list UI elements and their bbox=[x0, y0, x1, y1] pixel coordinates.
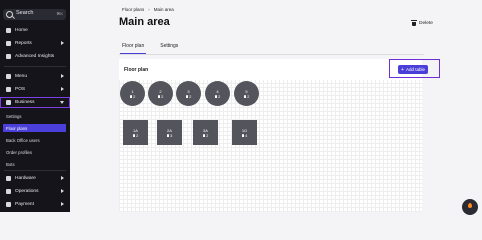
sidebar-item-operations[interactable]: Operations bbox=[0, 186, 70, 197]
chevron-right-icon bbox=[61, 87, 64, 91]
square-table[interactable]: 1O 4 bbox=[232, 120, 257, 145]
person-icon bbox=[132, 133, 135, 137]
sidebar-subitem-back-office-users[interactable]: Back Office users bbox=[3, 136, 66, 144]
square-table[interactable]: 1A 2 bbox=[123, 120, 148, 145]
sidebar-item-label: Payment bbox=[15, 202, 34, 207]
add-table-label: Add table bbox=[405, 67, 425, 72]
chevron-right-icon bbox=[61, 74, 64, 78]
table-seats: 2 bbox=[189, 93, 192, 99]
sidebar-item-label: POS bbox=[15, 87, 26, 92]
sidebar-item-label: Operations bbox=[15, 189, 39, 194]
tab-bar: Floor plan Settings bbox=[120, 43, 192, 54]
chevron-right-icon: › bbox=[148, 7, 150, 12]
canvas-header: Floor plan + Add table bbox=[119, 59, 440, 80]
main-content: Floor plans › Main area Main area Delete F… bbox=[70, 0, 482, 212]
sidebar-subitem-label: Settings bbox=[6, 113, 22, 119]
sidebar-item-label: Business bbox=[15, 100, 35, 105]
sidebar-divider bbox=[4, 66, 66, 67]
table-seats: 4 bbox=[245, 132, 248, 138]
table-seats: 2 bbox=[218, 93, 221, 99]
sidebar-divider bbox=[4, 170, 66, 171]
square-table[interactable]: 2A 3 bbox=[157, 120, 182, 145]
round-table[interactable]: 1 2 bbox=[120, 81, 145, 106]
person-icon bbox=[202, 133, 205, 137]
sidebar-item-label: Reports bbox=[15, 41, 32, 46]
flame-icon bbox=[468, 203, 472, 208]
chevron-right-icon bbox=[61, 189, 64, 193]
business-icon bbox=[6, 100, 11, 105]
table-seats: 2 bbox=[247, 93, 250, 99]
sidebar-subitem-bots[interactable]: Bots bbox=[3, 160, 66, 168]
tab-settings[interactable]: Settings bbox=[158, 43, 180, 54]
chevron-right-icon bbox=[61, 176, 64, 180]
payment-icon bbox=[6, 202, 11, 207]
person-icon bbox=[243, 94, 246, 98]
chevron-right-icon bbox=[61, 202, 64, 206]
home-icon bbox=[6, 28, 11, 33]
sidebar-subitem-label: Bots bbox=[6, 161, 15, 167]
breadcrumb-current: Main area bbox=[153, 7, 174, 12]
sidebar-item-label: Menu bbox=[15, 74, 27, 79]
person-icon bbox=[166, 133, 169, 137]
delete-button[interactable]: Delete bbox=[411, 19, 433, 26]
round-table[interactable]: 2 2 bbox=[148, 81, 173, 106]
sidebar-subitem-order-profiles[interactable]: Order profiles bbox=[3, 148, 66, 156]
tab-divider bbox=[119, 54, 424, 55]
breadcrumb-parent[interactable]: Floor plans bbox=[122, 7, 144, 12]
trash-icon bbox=[411, 19, 417, 26]
sidebar-item-hardware[interactable]: Hardware bbox=[0, 173, 70, 184]
sidebar-subitem-floor-plans[interactable]: Floor plans bbox=[3, 124, 66, 132]
hardware-icon bbox=[6, 176, 11, 181]
sidebar-subitem-label: Order profiles bbox=[6, 149, 33, 155]
breadcrumb: Floor plans › Main area bbox=[122, 7, 174, 12]
add-table-button[interactable]: + Add table bbox=[398, 65, 428, 74]
pos-icon bbox=[6, 87, 11, 92]
plus-icon: + bbox=[401, 66, 404, 73]
sidebar-subitem-label: Back Office users bbox=[6, 137, 40, 143]
floor-plan-canvas[interactable]: Floor plan + Add table 1 2 2 2 3 2 4 2 5… bbox=[119, 59, 440, 212]
sidebar-item-reports[interactable]: Reports bbox=[0, 38, 70, 49]
search-icon bbox=[6, 11, 13, 18]
page-title: Main area bbox=[119, 16, 170, 28]
delete-label: Delete bbox=[419, 21, 433, 26]
canvas-title: Floor plan bbox=[124, 67, 149, 73]
round-table[interactable]: 4 2 bbox=[205, 81, 230, 106]
square-table[interactable]: 3A 2 bbox=[193, 120, 218, 145]
help-launcher-button[interactable] bbox=[462, 199, 478, 215]
chevron-right-icon bbox=[61, 41, 64, 45]
sidebar-item-label: Hardware bbox=[15, 176, 36, 181]
round-table[interactable]: 3 2 bbox=[176, 81, 201, 106]
sidebar-subitem-settings[interactable]: Settings bbox=[3, 112, 66, 120]
person-icon bbox=[185, 94, 188, 98]
table-seats: 2 bbox=[161, 93, 164, 99]
sidebar: Search ⌘K Home Reports Advanced Insights… bbox=[0, 0, 70, 212]
menu-icon bbox=[6, 74, 11, 79]
search-box[interactable]: Search ⌘K bbox=[3, 9, 66, 20]
sidebar-subitem-label: Floor plans bbox=[6, 125, 28, 131]
sidebar-item-menu[interactable]: Menu bbox=[0, 71, 70, 82]
sidebar-item-pos[interactable]: POS bbox=[0, 84, 70, 95]
table-seats: 3 bbox=[170, 132, 173, 138]
chevron-down-icon bbox=[60, 101, 64, 104]
sidebar-item-payment[interactable]: Payment bbox=[0, 199, 70, 210]
search-label: Search bbox=[16, 10, 34, 16]
table-seats: 2 bbox=[133, 93, 136, 99]
person-icon bbox=[241, 133, 244, 137]
insights-icon bbox=[6, 54, 11, 59]
search-shortcut: ⌘K bbox=[56, 11, 63, 16]
sidebar-item-home[interactable]: Home bbox=[0, 25, 70, 36]
sidebar-item-label: Advanced Insights bbox=[15, 54, 55, 59]
round-table[interactable]: 5 2 bbox=[234, 81, 259, 106]
operations-icon bbox=[6, 189, 11, 194]
person-icon bbox=[157, 94, 160, 98]
table-seats: 2 bbox=[206, 132, 209, 138]
person-icon bbox=[214, 94, 217, 98]
reports-icon bbox=[6, 41, 11, 46]
sidebar-item-advanced-insights[interactable]: Advanced Insights bbox=[0, 51, 70, 62]
person-icon bbox=[129, 94, 132, 98]
tab-floor-plan[interactable]: Floor plan bbox=[120, 43, 147, 54]
sidebar-item-label: Home bbox=[15, 28, 28, 33]
sidebar-item-business[interactable]: Business bbox=[0, 97, 70, 108]
table-seats: 2 bbox=[136, 132, 139, 138]
